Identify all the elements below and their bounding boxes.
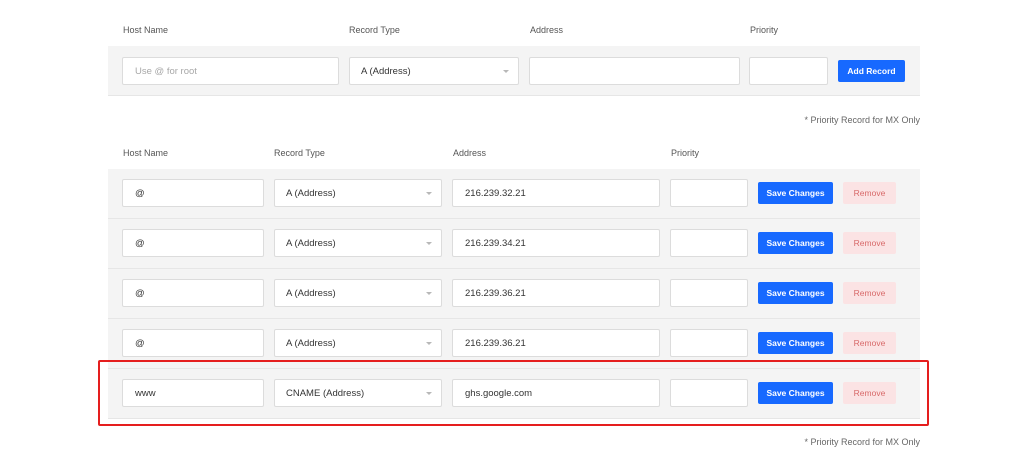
record-type-select[interactable]: A (Address) [274, 279, 442, 307]
add-header-host: Host Name [123, 25, 169, 35]
chevron-down-icon [426, 342, 432, 345]
priority-input[interactable] [670, 329, 748, 357]
priority-input[interactable] [670, 229, 748, 257]
chevron-down-icon [503, 70, 509, 73]
add-header-priority: Priority [750, 25, 779, 35]
save-changes-button[interactable]: Save Changes [758, 382, 833, 404]
records-priority-note: * Priority Record for MX Only [804, 437, 920, 447]
add-priority-note: * Priority Record for MX Only [804, 115, 920, 125]
host-input[interactable]: @ [122, 179, 264, 207]
records-header-address: Address [453, 148, 487, 158]
record-type-value: A (Address) [286, 337, 336, 349]
add-record-type-value: A (Address) [361, 65, 411, 77]
priority-input[interactable] [670, 179, 748, 207]
address-input[interactable]: 216.239.36.21 [452, 329, 660, 357]
chevron-down-icon [426, 292, 432, 295]
records-header-priority: Priority [671, 148, 700, 158]
record-type-select[interactable]: A (Address) [274, 229, 442, 257]
save-changes-button[interactable]: Save Changes [758, 332, 833, 354]
record-type-value: CNAME (Address) [286, 387, 365, 399]
dns-records-page: Host Name Record Type Address Priority U… [0, 0, 1024, 464]
priority-input[interactable] [670, 279, 748, 307]
host-input[interactable]: @ [122, 229, 264, 257]
add-priority-input[interactable] [749, 57, 828, 85]
chevron-down-icon [426, 242, 432, 245]
remove-button[interactable]: Remove [843, 332, 896, 354]
address-input[interactable]: 216.239.36.21 [452, 279, 660, 307]
record-type-value: A (Address) [286, 187, 336, 199]
save-changes-button[interactable]: Save Changes [758, 232, 833, 254]
address-input[interactable]: ghs.google.com [452, 379, 660, 407]
add-host-input[interactable]: Use @ for root [122, 57, 339, 85]
chevron-down-icon [426, 192, 432, 195]
add-header-address: Address [530, 25, 564, 35]
remove-button[interactable]: Remove [843, 382, 896, 404]
record-type-select[interactable]: A (Address) [274, 329, 442, 357]
add-address-input[interactable] [529, 57, 740, 85]
add-header-type: Record Type [349, 25, 400, 35]
priority-input[interactable] [670, 379, 748, 407]
address-input[interactable]: 216.239.32.21 [452, 179, 660, 207]
host-input[interactable]: www [122, 379, 264, 407]
remove-button[interactable]: Remove [843, 182, 896, 204]
remove-button[interactable]: Remove [843, 282, 896, 304]
record-type-value: A (Address) [286, 237, 336, 249]
host-input[interactable]: @ [122, 329, 264, 357]
save-changes-button[interactable]: Save Changes [758, 282, 833, 304]
save-changes-button[interactable]: Save Changes [758, 182, 833, 204]
record-type-select[interactable]: A (Address) [274, 179, 442, 207]
chevron-down-icon [426, 392, 432, 395]
host-input[interactable]: @ [122, 279, 264, 307]
add-record-type-select[interactable]: A (Address) [349, 57, 519, 85]
remove-button[interactable]: Remove [843, 232, 896, 254]
address-input[interactable]: 216.239.34.21 [452, 229, 660, 257]
records-header-host: Host Name [123, 148, 169, 158]
record-type-select[interactable]: CNAME (Address) [274, 379, 442, 407]
record-type-value: A (Address) [286, 287, 336, 299]
records-header-type: Record Type [274, 148, 325, 158]
add-record-button[interactable]: Add Record [838, 60, 905, 82]
